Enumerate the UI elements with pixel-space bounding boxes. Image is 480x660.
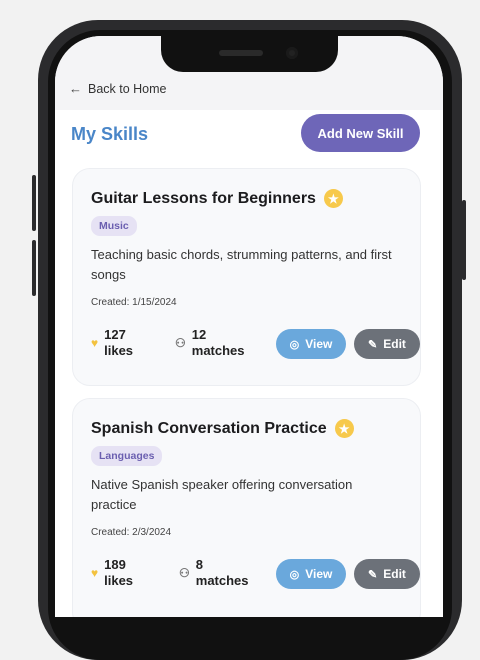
skill-title-text: Guitar Lessons for Beginners: [91, 189, 316, 207]
view-label: View: [305, 337, 333, 351]
likes-label: likes: [104, 573, 134, 588]
side-button: [32, 175, 36, 231]
arrow-left-icon: ←: [69, 81, 82, 96]
matches-stat: ⚇ 12 matches: [175, 327, 245, 359]
skill-description: Native Spanish speaker offering conversa…: [91, 477, 353, 512]
eye-icon: ◎: [289, 338, 300, 351]
people-icon: ⚇: [175, 336, 186, 350]
side-button: [32, 240, 36, 296]
phone-notch: [161, 36, 338, 72]
add-new-skill-button[interactable]: Add New Skill: [301, 114, 420, 152]
pencil-icon: ✎: [368, 568, 378, 581]
star-icon: ★: [334, 419, 354, 438]
eye-icon: ◎: [289, 568, 300, 581]
matches-stat: ⚇ 8 matches: [179, 557, 249, 589]
skill-title-text: Spanish Conversation Practice: [91, 419, 327, 437]
back-to-home-link[interactable]: ← Back to Home: [69, 81, 167, 96]
likes-label: likes: [104, 343, 134, 358]
view-button[interactable]: ◎ View: [276, 329, 346, 359]
matches-count: 8: [195, 557, 203, 572]
category-tag: Music: [91, 216, 137, 236]
skill-stats: ♥ 127 likes ⚇ 12 matches ◎ View ✎ Edit: [91, 327, 421, 365]
edit-button[interactable]: ✎ Edit: [354, 329, 420, 359]
created-date: Created: 2/3/2024: [91, 527, 172, 538]
speaker-grille: [219, 50, 263, 56]
view-button[interactable]: ◎ View: [276, 559, 346, 589]
edit-button[interactable]: ✎ Edit: [354, 559, 420, 589]
pencil-icon: ✎: [368, 338, 378, 351]
page-title: My Skills: [71, 124, 149, 144]
edit-label: Edit: [383, 337, 406, 351]
likes-count: 127: [104, 327, 126, 342]
star-icon: ★: [323, 189, 343, 208]
likes-stat: ♥ 189 likes: [91, 557, 133, 589]
back-label: Back to Home: [88, 81, 167, 96]
top-bar: ← Back to Home: [55, 36, 443, 110]
created-date: Created: 1/15/2024: [91, 297, 177, 308]
category-tag: Languages: [91, 446, 163, 466]
side-button: [462, 200, 466, 280]
skill-title: Guitar Lessons for Beginners ★: [91, 189, 343, 208]
app-screen: ← Back to Home My Skills Add New Skill G…: [55, 36, 443, 617]
skill-description: Teaching basic chords, strumming pattern…: [91, 247, 392, 282]
skill-card: Spanish Conversation Practice ★ Language…: [72, 398, 421, 617]
likes-stat: ♥ 127 likes: [91, 327, 133, 359]
likes-count: 189: [104, 557, 126, 572]
heart-icon: ♥: [91, 336, 99, 350]
matches-count: 12: [191, 327, 207, 342]
matches-label: matches: [191, 343, 245, 358]
people-icon: ⚇: [179, 566, 190, 580]
view-label: View: [305, 567, 333, 581]
front-camera: [286, 47, 298, 59]
matches-label: matches: [195, 573, 249, 588]
main-content: My Skills Add New Skill Guitar Lessons f…: [55, 110, 443, 617]
skill-card: Guitar Lessons for Beginners ★ Music Tea…: [72, 168, 421, 386]
edit-label: Edit: [383, 567, 406, 581]
heart-icon: ♥: [91, 566, 99, 580]
skill-title: Spanish Conversation Practice ★: [91, 419, 354, 438]
skill-stats: ♥ 189 likes ⚇ 8 matches ◎ View ✎ Edit: [91, 557, 421, 595]
